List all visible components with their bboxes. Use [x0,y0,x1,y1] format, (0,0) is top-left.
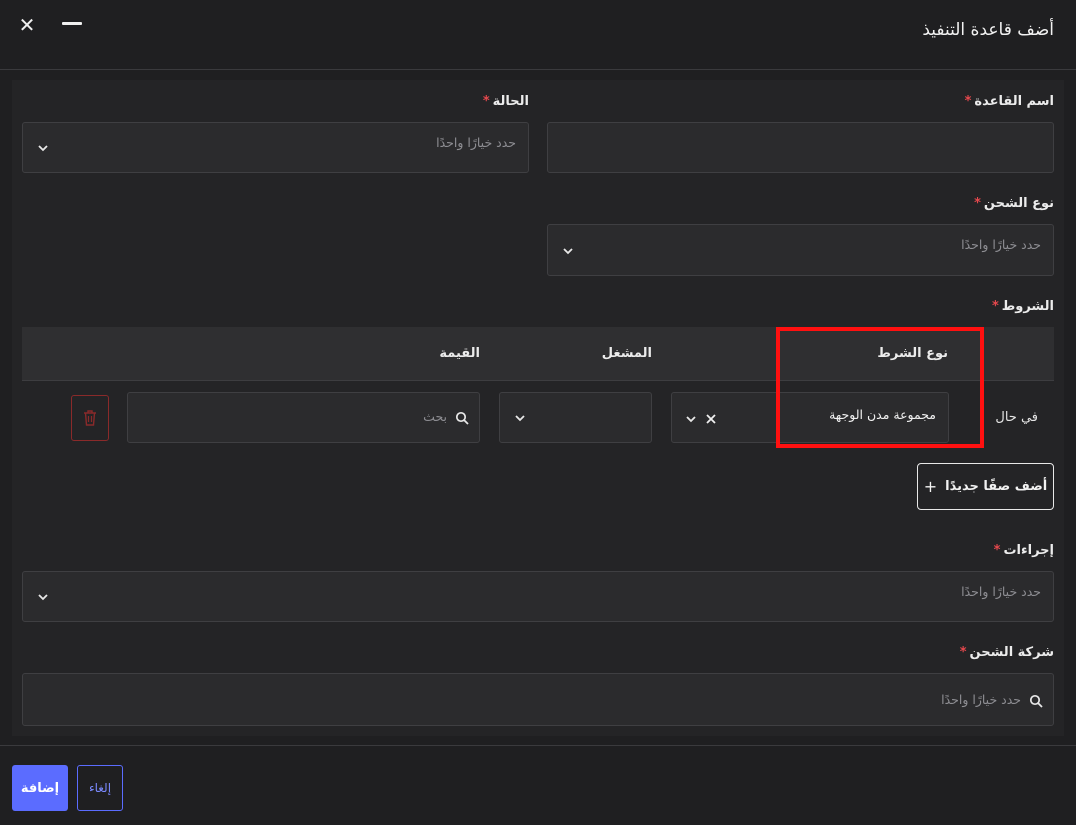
add-row-label: أضف صفًا جديدًا [945,479,1048,494]
chevron-down-icon [38,145,48,152]
modal-title: أضف قاعدة التنفيذ [922,20,1054,40]
row-prefix: في حال [995,410,1038,425]
status-label: الحالة* [482,94,529,109]
search-icon [455,411,469,425]
conditions-label: الشروط* [991,299,1054,314]
shipping-type-placeholder: حدد خيارًا واحدًا [961,237,1041,252]
chevron-down-icon [38,594,48,601]
actions-label: إجراءات* [993,543,1054,558]
modal-header: أضف قاعدة التنفيذ ✕ [0,0,1076,70]
operator-select[interactable] [499,392,652,443]
plus-icon: + [923,477,938,496]
conditions-table-header: نوع الشرط المشغل القيمة [22,327,1054,381]
clear-icon[interactable] [704,412,718,426]
condition-type-value: مجموعة مدن الوجهة [829,407,936,422]
value-search-input[interactable]: بحث [127,392,480,443]
value-placeholder: بحث [423,409,447,424]
trash-icon [84,410,96,426]
condition-type-select[interactable]: مجموعة مدن الوجهة [671,392,949,443]
rule-name-input[interactable] [547,122,1054,173]
chevron-down-icon [515,415,525,422]
rule-name-label: اسم القاعدة* [964,94,1054,109]
column-value: القيمة [439,346,480,361]
actions-placeholder: حدد خيارًا واحدًا [961,584,1041,599]
search-icon [1029,694,1043,708]
status-select[interactable]: حدد خيارًا واحدًا [22,122,529,173]
shipping-company-select[interactable]: حدد خيارًا واحدًا [22,673,1054,726]
status-placeholder: حدد خيارًا واحدًا [436,135,516,150]
minimize-icon[interactable] [62,22,82,25]
column-condition-type: نوع الشرط [877,346,948,361]
shipping-type-label: نوع الشحن* [974,196,1054,211]
actions-select[interactable]: حدد خيارًا واحدًا [22,571,1054,622]
shipping-type-select[interactable]: حدد خيارًا واحدًا [547,224,1054,276]
modal-footer [0,745,1076,825]
delete-row-button[interactable] [71,395,109,441]
shipping-company-placeholder: حدد خيارًا واحدًا [941,692,1021,707]
chevron-down-icon [563,248,573,255]
add-row-button[interactable]: أضف صفًا جديدًا + [917,463,1054,510]
close-icon[interactable]: ✕ [16,12,38,38]
add-button[interactable]: إضافة [12,765,68,811]
shipping-company-label: شركة الشحن* [959,645,1054,660]
chevron-down-icon [686,416,696,423]
cancel-button[interactable]: إلغاء [77,765,123,811]
column-operator: المشغل [601,346,652,361]
